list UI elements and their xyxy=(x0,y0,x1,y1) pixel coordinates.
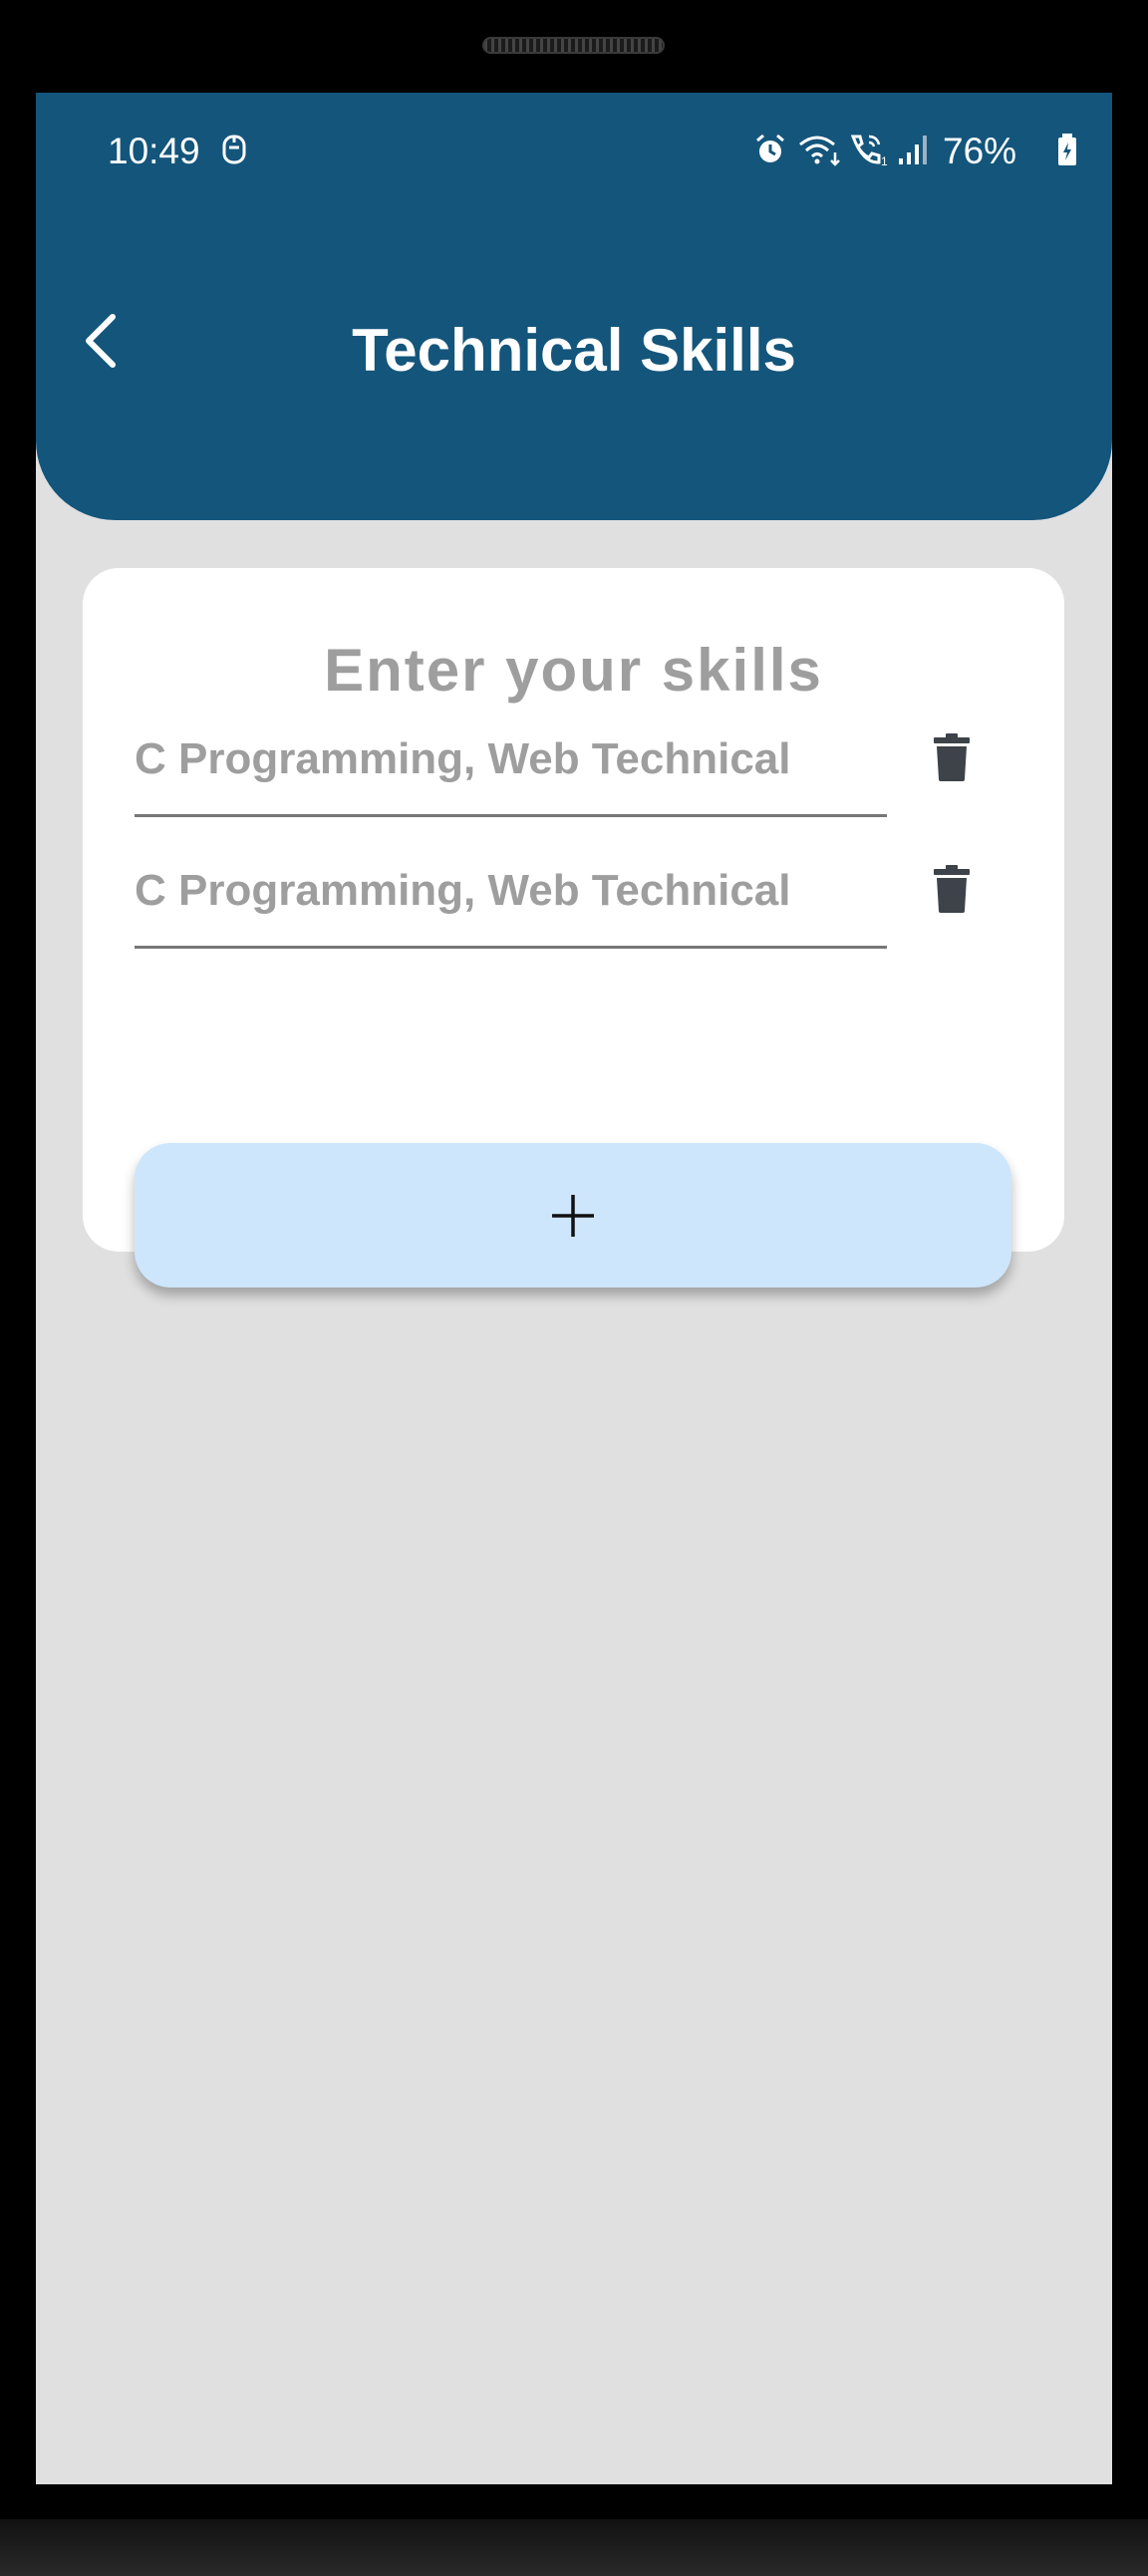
skill-row xyxy=(135,835,1011,955)
svg-text:1: 1 xyxy=(881,154,888,166)
app-header: 10:49 1 76% Technical Skills xyxy=(36,93,1112,520)
plus-icon xyxy=(552,1194,594,1237)
skill-row xyxy=(135,704,1011,823)
skill-input[interactable] xyxy=(135,704,887,817)
phone-frame: 10:49 1 76% Technical Skills Enter your … xyxy=(0,0,1148,2576)
battery-icon xyxy=(1056,133,1078,174)
speaker-grille xyxy=(482,37,665,54)
call-icon: 1 xyxy=(847,133,891,174)
skills-card: Enter your skills xyxy=(83,568,1064,1288)
page-title: Technical Skills xyxy=(352,317,796,384)
status-time: 10:49 xyxy=(108,131,200,171)
screen: 10:49 1 76% Technical Skills Enter your … xyxy=(36,93,1112,2484)
phone-bottom-bezel xyxy=(0,2519,1148,2576)
trash-icon xyxy=(934,733,970,781)
battery-percent: 76% xyxy=(943,131,1017,171)
skill-input[interactable] xyxy=(135,835,887,949)
delete-skill-button[interactable] xyxy=(922,725,982,789)
signal-icon xyxy=(897,133,931,174)
card-heading: Enter your skills xyxy=(324,637,823,704)
add-skill-button[interactable] xyxy=(135,1143,1011,1288)
wifi-icon xyxy=(797,133,841,174)
alarm-icon xyxy=(753,133,787,174)
face-icon xyxy=(221,133,247,174)
trash-icon xyxy=(934,865,970,913)
delete-skill-button[interactable] xyxy=(922,857,982,921)
